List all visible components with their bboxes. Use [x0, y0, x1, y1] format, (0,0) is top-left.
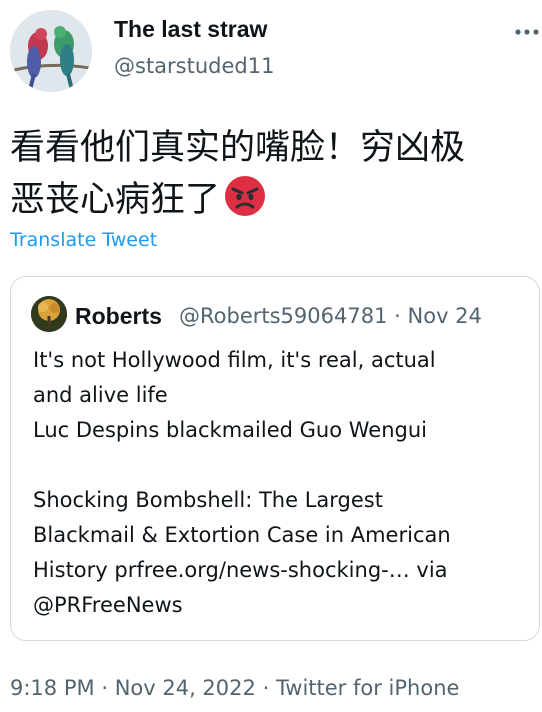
footer-separator: ·: [101, 676, 108, 700]
quoted-text-line: History prfree.org/news-shocking-… via: [33, 558, 448, 582]
quoted-text-line: and alive life: [33, 383, 168, 407]
quoted-author-avatar[interactable]: [31, 296, 67, 332]
angry-face-emoji-icon: [224, 175, 266, 217]
tweet-text-line: 看看他们真实的嘴脸！穷凶极: [10, 128, 466, 168]
author-handle[interactable]: @starstuded11: [114, 53, 274, 79]
tweet-date[interactable]: Nov 24, 2022: [115, 676, 256, 700]
parrots-avatar-image: [10, 10, 92, 92]
footer-separator: ·: [262, 676, 270, 700]
quoted-text-line: @PRFreeNews: [33, 593, 183, 617]
tweet-text-line: 恶丧心病狂了: [10, 174, 540, 226]
more-options-icon[interactable]: [514, 22, 540, 42]
tweet-text: 看看他们真实的嘴脸！穷凶极 恶丧心病狂了: [10, 122, 540, 226]
quoted-author-handle[interactable]: @Roberts59064781: [179, 304, 387, 328]
meta-separator: ·: [394, 304, 401, 328]
quoted-tweet-text: It's not Hollywood film, it's real, actu…: [33, 343, 533, 623]
quoted-text-line: Blackmail & Extortion Case in American: [33, 523, 451, 547]
translate-tweet-link[interactable]: Translate Tweet: [10, 228, 157, 252]
quoted-author-name[interactable]: Roberts: [75, 302, 162, 330]
quoted-tweet-card[interactable]: Roberts @Roberts59064781 · Nov 24 It's n…: [10, 276, 540, 641]
quoted-text-line: [33, 448, 533, 483]
tweet-time[interactable]: 9:18 PM: [10, 676, 95, 700]
author-avatar[interactable]: [10, 10, 92, 92]
author-display-name[interactable]: The last straw: [114, 15, 267, 43]
tweet: The last straw @starstuded11 看看他们真实的嘴脸！穷…: [0, 0, 542, 712]
tweet-text-segment: 恶丧心病狂了: [10, 180, 221, 220]
quoted-author-meta: @Roberts59064781 · Nov 24: [179, 303, 482, 329]
tree-avatar-image: [31, 296, 67, 332]
quoted-tweet-date[interactable]: Nov 24: [408, 304, 482, 328]
quoted-text-line: Luc Despins blackmailed Guo Wengui: [33, 418, 427, 442]
tweet-timestamp: 9:18 PM · Nov 24, 2022 · Twitter for iPh…: [10, 674, 459, 702]
quoted-text-line: Shocking Bombshell: The Largest: [33, 488, 383, 512]
tweet-source[interactable]: Twitter for iPhone: [276, 676, 460, 700]
quoted-text-line: It's not Hollywood film, it's real, actu…: [33, 348, 436, 372]
